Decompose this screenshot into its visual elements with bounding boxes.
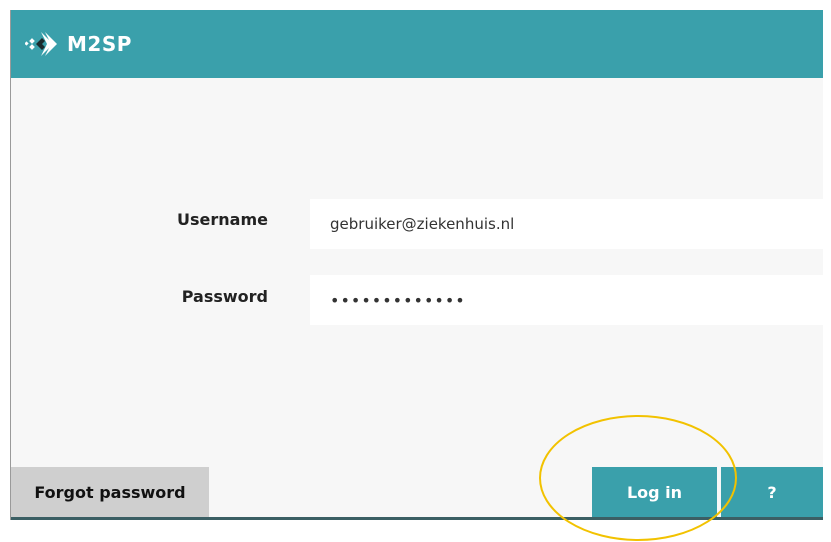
username-label: Username xyxy=(177,210,268,229)
app-logo: M2SP xyxy=(25,31,132,57)
username-field[interactable]: gebruiker@ziekenhuis.nl xyxy=(310,199,823,249)
login-window: M2SP Username gebruiker@ziekenhuis.nl Pa… xyxy=(10,10,823,520)
m2sp-diamond-logo-icon xyxy=(25,31,59,57)
login-button[interactable]: Log in xyxy=(592,467,717,517)
app-name: M2SP xyxy=(67,32,132,56)
footer-divider xyxy=(11,517,823,520)
app-header: M2SP xyxy=(11,10,823,78)
password-label: Password xyxy=(181,287,268,306)
password-field[interactable]: ••••••••••••• xyxy=(310,275,823,325)
help-button[interactable]: ? xyxy=(721,467,823,517)
forgot-password-button[interactable]: Forgot password xyxy=(11,467,209,517)
